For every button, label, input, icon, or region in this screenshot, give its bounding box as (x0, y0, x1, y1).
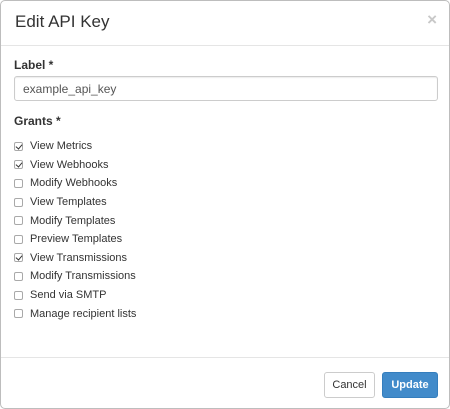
grant-view-transmissions[interactable]: View Transmissions (14, 249, 414, 268)
update-button[interactable]: Update (382, 372, 438, 398)
grant-label: Modify Transmissions (30, 270, 136, 283)
checkbox-icon[interactable] (14, 290, 23, 300)
grant-view-metrics[interactable]: View Metrics (14, 137, 414, 156)
checkbox-icon[interactable] (14, 141, 23, 151)
grant-label: View Metrics (30, 140, 93, 153)
grant-view-webhooks[interactable]: View Webhooks (14, 156, 414, 175)
grant-modify-templates[interactable]: Modify Templates (14, 211, 414, 230)
grant-label: Manage recipient lists (30, 307, 137, 320)
grant-view-templates[interactable]: View Templates (14, 193, 414, 212)
label-input[interactable] (14, 76, 438, 101)
label-field-title: Label * (14, 58, 54, 72)
checkbox-icon[interactable] (14, 234, 23, 244)
grant-label: Send via SMTP (30, 289, 107, 302)
grant-label: View Webhooks (30, 158, 109, 171)
modal-title: Edit API Key (15, 12, 110, 31)
modal-header: Edit API Key × (1, 1, 449, 46)
cancel-button[interactable]: Cancel (324, 372, 375, 398)
grants-title: Grants * (14, 114, 61, 128)
grant-label: View Templates (30, 196, 107, 209)
grant-label: Modify Templates (30, 214, 116, 227)
checkbox-icon[interactable] (14, 309, 23, 319)
grant-modify-webhooks[interactable]: Modify Webhooks (14, 174, 414, 193)
grant-preview-templates[interactable]: Preview Templates (14, 230, 414, 249)
grant-manage-recipient-lists[interactable]: Manage recipient lists (14, 304, 414, 323)
modal-footer: Cancel Update (1, 357, 449, 408)
checkbox-icon[interactable] (14, 178, 23, 188)
grant-modify-transmissions[interactable]: Modify Transmissions (14, 267, 414, 286)
grant-label: View Transmissions (30, 251, 127, 264)
checkbox-icon[interactable] (14, 271, 23, 281)
edit-api-key-modal: Edit API Key × Label * Grants * View Met… (0, 0, 450, 409)
checkbox-icon[interactable] (14, 160, 23, 170)
close-icon[interactable]: × (427, 11, 437, 28)
grant-send-via-smtp[interactable]: Send via SMTP (14, 286, 414, 305)
checkbox-icon[interactable] (14, 197, 23, 207)
grants-list: View Metrics View Webhooks Modify Webhoo… (14, 137, 414, 323)
grant-label: Modify Webhooks (30, 177, 118, 190)
grant-label: Preview Templates (30, 233, 123, 246)
checkbox-icon[interactable] (14, 253, 23, 263)
checkbox-icon[interactable] (14, 216, 23, 226)
